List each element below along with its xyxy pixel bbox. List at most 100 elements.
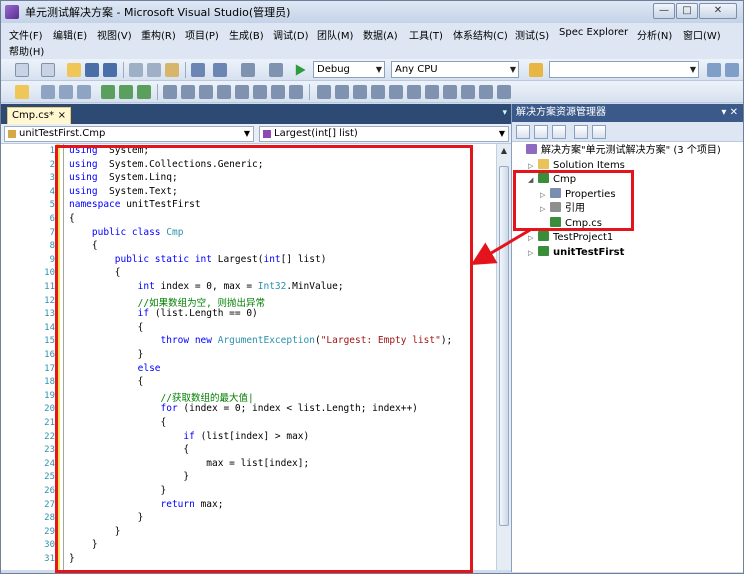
open-file-icon[interactable] [67, 63, 81, 77]
menu-test[interactable]: 测试(S) [515, 27, 549, 42]
find-combo[interactable]: ▼ [549, 61, 699, 78]
types-combo[interactable]: unitTestFirst.Cmp ▼ [4, 126, 254, 142]
properties-icon[interactable] [516, 125, 530, 139]
save-icon[interactable] [85, 63, 99, 77]
find-in-files-icon[interactable] [529, 63, 543, 77]
run-tests-icon[interactable] [101, 85, 115, 99]
line-number: 12 [44, 295, 55, 306]
solution-explorer-icon[interactable] [707, 63, 721, 77]
new-project-icon[interactable] [15, 63, 29, 77]
properties-window-icon[interactable] [725, 63, 739, 77]
comment-out-icon[interactable] [479, 85, 493, 99]
tree-item[interactable]: 解决方案"单元测试解决方案" (3 个项目) [516, 144, 721, 158]
toolbar-icon[interactable] [371, 85, 385, 99]
toolbar-icon[interactable] [407, 85, 421, 99]
menu-window[interactable]: 窗口(W) [683, 27, 721, 42]
close-button[interactable]: ✕ [699, 3, 737, 19]
save-all-icon[interactable] [103, 63, 117, 77]
step-into-icon[interactable] [41, 85, 55, 99]
close-tab-icon[interactable]: × [58, 108, 66, 123]
tab-cmp-cs[interactable]: Cmp.cs* × [7, 107, 71, 124]
line-number: 7 [49, 227, 55, 238]
solution-icon [526, 144, 537, 154]
toolbar-icon[interactable] [217, 85, 231, 99]
navigate-backward-icon[interactable] [241, 63, 255, 77]
debug-tests-icon[interactable] [119, 85, 133, 99]
line-number: 6 [49, 214, 55, 224]
menu-file[interactable]: 文件(F) [9, 27, 43, 42]
line-number: 9 [49, 254, 55, 265]
view-code-icon[interactable] [592, 125, 606, 139]
maximize-button[interactable]: □ [676, 3, 698, 19]
toolbar-icon[interactable] [181, 85, 195, 99]
toolbar-icon[interactable] [199, 85, 213, 99]
view-class-diagram-icon[interactable] [574, 125, 588, 139]
expand-arrow-icon[interactable]: ▷ [528, 231, 538, 245]
line-number: 30 [44, 540, 55, 551]
outdent-icon[interactable] [461, 85, 475, 99]
toolbar-icon[interactable] [317, 85, 331, 99]
paste-icon[interactable] [165, 63, 179, 77]
toolbar-icon[interactable] [271, 85, 285, 99]
toolbar-icon[interactable] [389, 85, 403, 99]
solution-configuration-combo[interactable]: Debug ▼ [313, 61, 385, 78]
menu-spec-explorer[interactable]: Spec Explorer [559, 27, 628, 38]
menu-project[interactable]: 项目(P) [185, 27, 219, 42]
solution-platform-value: Any CPU [395, 64, 438, 75]
editor-vertical-scrollbar[interactable]: ▲ [496, 144, 511, 570]
expand-arrow-icon[interactable]: ▷ [528, 246, 538, 260]
scrollbar-thumb[interactable] [499, 166, 509, 526]
toolbar-icon[interactable] [353, 85, 367, 99]
minimize-button[interactable]: — [653, 3, 675, 19]
redo-icon[interactable] [213, 63, 227, 77]
scroll-up-icon[interactable]: ▲ [498, 146, 510, 156]
tree-item-label: 解决方案"单元测试解决方案" (3 个项目) [541, 145, 721, 156]
run-all-tests-icon[interactable] [137, 85, 151, 99]
test-project-icon [538, 231, 549, 241]
menu-edit[interactable]: 编辑(E) [53, 27, 87, 42]
line-number: 10 [44, 268, 55, 279]
show-all-files-icon[interactable] [534, 125, 548, 139]
step-out-icon[interactable] [77, 85, 91, 99]
navigate-forward-icon[interactable] [269, 63, 283, 77]
indent-icon[interactable] [443, 85, 457, 99]
menu-tools[interactable]: 工具(T) [409, 27, 443, 42]
refresh-icon[interactable] [552, 125, 566, 139]
chevron-down-icon: ▼ [243, 129, 250, 138]
line-number: 26 [44, 486, 55, 496]
panel-options-icon[interactable]: ▾ ✕ [721, 104, 738, 122]
toolbar-icon[interactable] [163, 85, 177, 99]
undo-icon[interactable] [191, 63, 205, 77]
toolbar-icon[interactable] [425, 85, 439, 99]
solution-configuration-value: Debug [317, 64, 350, 75]
menu-analyze[interactable]: 分析(N) [637, 27, 672, 42]
add-item-icon[interactable] [41, 63, 55, 77]
toolbar-icon[interactable] [235, 85, 249, 99]
chevron-down-icon: ▼ [498, 129, 505, 138]
menu-help[interactable]: 帮助(H) [9, 43, 44, 58]
menu-build[interactable]: 生成(B) [229, 27, 264, 42]
line-number: 1 [49, 146, 55, 156]
tree-item[interactable]: ▷ unitTestFirst [528, 245, 624, 260]
tree-item[interactable]: ▷ TestProject1 [528, 231, 613, 245]
toolbar-icon[interactable] [289, 85, 303, 99]
menu-debug[interactable]: 调试(D) [273, 27, 309, 42]
uncomment-icon[interactable] [497, 85, 511, 99]
members-combo[interactable]: Largest(int[] list) ▼ [259, 126, 509, 142]
copy-icon[interactable] [147, 63, 161, 77]
step-over-icon[interactable] [59, 85, 73, 99]
solution-platform-combo[interactable]: Any CPU ▼ [391, 61, 519, 78]
toolbar-icon[interactable] [335, 85, 349, 99]
menu-team[interactable]: 团队(M) [317, 27, 353, 42]
menu-architecture[interactable]: 体系结构(C) [453, 27, 508, 42]
title-bar: 单元测试解决方案 - Microsoft Visual Studio(管理员) … [1, 1, 743, 23]
visual-studio-icon [5, 5, 19, 19]
menu-refactor[interactable]: 重构(R) [141, 27, 176, 42]
toolbar-icon[interactable] [253, 85, 267, 99]
tab-list-icon[interactable]: ▾ [502, 108, 507, 118]
cut-icon[interactable] [129, 63, 143, 77]
menu-data[interactable]: 数据(A) [363, 27, 398, 42]
menu-view[interactable]: 视图(V) [97, 27, 132, 42]
start-debugging-icon[interactable] [295, 64, 306, 76]
toolbar-icon[interactable] [15, 85, 29, 99]
